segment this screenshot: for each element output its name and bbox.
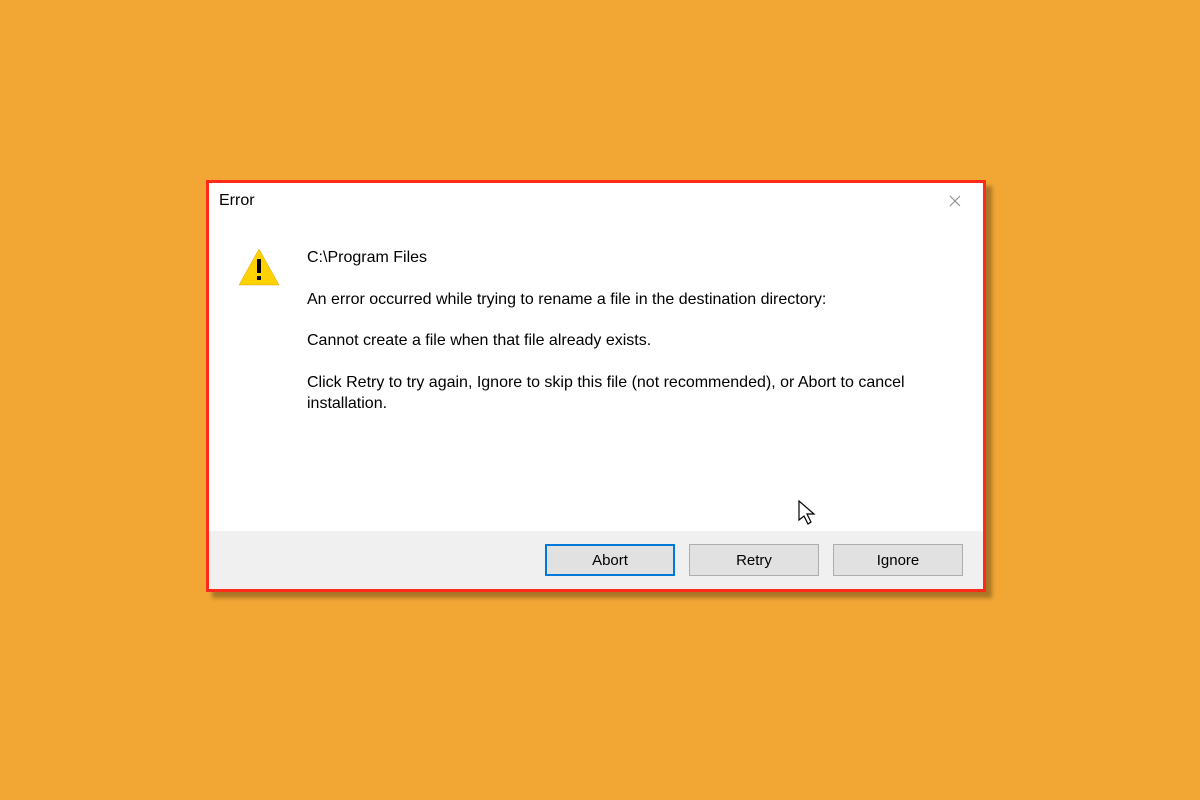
error-path: C:\Program Files: [307, 247, 907, 269]
ignore-button[interactable]: Ignore: [833, 544, 963, 576]
message-column: C:\Program Files An error occurred while…: [307, 247, 955, 521]
retry-button[interactable]: Retry: [689, 544, 819, 576]
error-message-3: Click Retry to try again, Ignore to skip…: [307, 372, 907, 415]
close-icon: [949, 195, 961, 207]
error-message-2: Cannot create a file when that file alre…: [307, 330, 907, 352]
titlebar[interactable]: Error: [209, 183, 983, 219]
dialog-content: C:\Program Files An error occurred while…: [209, 219, 983, 531]
abort-button[interactable]: Abort: [545, 544, 675, 576]
icon-column: [237, 247, 307, 521]
close-button[interactable]: [935, 187, 975, 215]
warning-icon: [237, 247, 281, 287]
error-message-1: An error occurred while trying to rename…: [307, 289, 907, 311]
button-bar: Abort Retry Ignore: [209, 531, 983, 589]
dialog-title: Error: [219, 192, 255, 210]
error-dialog: Error C:\Program Files An error occurred…: [206, 180, 986, 592]
